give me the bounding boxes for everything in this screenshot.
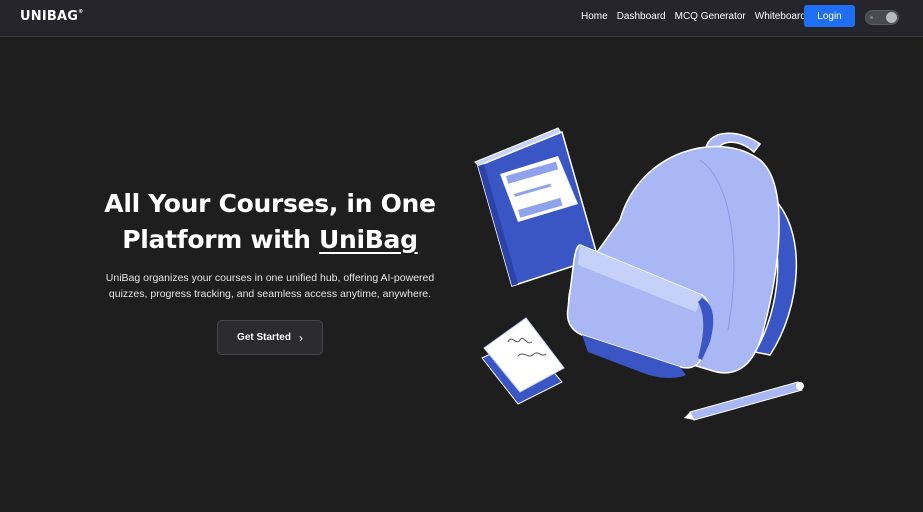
nav-link-whiteboard[interactable]: Whiteboard xyxy=(755,11,806,22)
registered-mark: ® xyxy=(78,8,84,15)
toggle-knob xyxy=(886,12,897,23)
nav-links: Home Dashboard MCQ Generator Whiteboard xyxy=(581,11,815,22)
nav-link-mcq-generator[interactable]: MCQ Generator xyxy=(675,11,746,22)
notes-icon xyxy=(481,317,565,405)
unibag-logo[interactable]: UNIBAG® xyxy=(20,9,83,24)
backpack-icon xyxy=(566,145,780,378)
get-started-label: Get Started xyxy=(237,332,291,343)
top-navbar: UNIBAG® Home Dashboard MCQ Generator Whi… xyxy=(0,0,923,37)
get-started-button[interactable]: Get Started › xyxy=(217,320,323,355)
chevron-right-icon: › xyxy=(298,330,303,345)
logo-text: UNIBAG xyxy=(20,9,79,24)
pencil-icon xyxy=(684,381,804,421)
nav-link-home[interactable]: Home xyxy=(581,11,608,22)
login-button[interactable]: Login xyxy=(804,5,855,27)
hero-title-brand: UniBag xyxy=(319,225,418,254)
theme-toggle-icon xyxy=(870,16,873,19)
theme-toggle[interactable] xyxy=(865,10,899,25)
hero-title: All Your Courses, in One Platform with U… xyxy=(90,186,450,258)
nav-link-dashboard[interactable]: Dashboard xyxy=(617,11,666,22)
backpack-book-notes-pencil-illustration xyxy=(474,127,804,421)
hero-description: UniBag organizes your courses in one uni… xyxy=(105,272,435,300)
